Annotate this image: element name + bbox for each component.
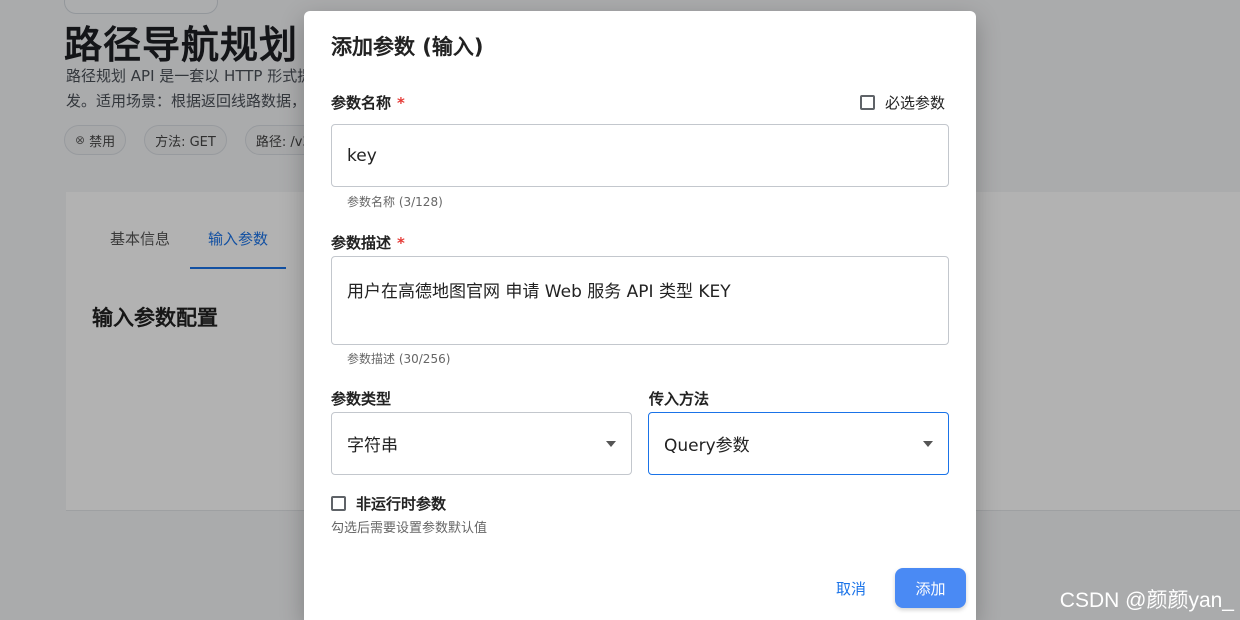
required-param-checkbox[interactable]	[860, 95, 875, 110]
required-asterisk: *	[397, 234, 405, 252]
param-name-input[interactable]: key	[331, 124, 949, 187]
add-parameter-dialog: 添加参数 (输入) 参数名称 * 必选参数 key 参数名称 (3/128) 参数…	[304, 11, 976, 620]
param-type-select[interactable]: 字符串	[331, 412, 632, 475]
pass-method-select[interactable]: Query参数	[648, 412, 949, 475]
add-button[interactable]: 添加	[895, 568, 966, 608]
required-asterisk: *	[397, 94, 405, 112]
watermark: CSDN @颜颜yan_	[1059, 589, 1234, 612]
non-runtime-toggle[interactable]: 非运行时参数	[331, 493, 446, 514]
param-name-helper: 参数名称 (3/128)	[347, 195, 443, 209]
param-name-label: 参数名称 *	[331, 92, 405, 113]
param-type-label: 参数类型	[331, 390, 392, 408]
cancel-button[interactable]: 取消	[820, 568, 882, 608]
param-name-label-text: 参数名称	[331, 94, 392, 112]
non-runtime-hint: 勾选后需要设置参数默认值	[331, 521, 488, 536]
param-desc-label: 参数描述 *	[331, 232, 405, 253]
param-name-value: key	[347, 145, 377, 166]
param-desc-helper: 参数描述 (30/256)	[347, 352, 451, 366]
non-runtime-label: 非运行时参数	[356, 495, 447, 513]
dropdown-arrow-icon	[923, 440, 933, 447]
param-desc-textarea[interactable]: 用户在高德地图官网 申请 Web 服务 API 类型 KEY	[331, 256, 949, 345]
pass-method-label: 传入方法	[649, 390, 710, 408]
param-type-value: 字符串	[347, 436, 398, 456]
dialog-title: 添加参数 (输入)	[331, 35, 484, 59]
param-desc-label-text: 参数描述	[331, 234, 392, 252]
dropdown-arrow-icon	[606, 440, 616, 447]
non-runtime-checkbox[interactable]	[331, 496, 346, 511]
param-desc-value: 用户在高德地图官网 申请 Web 服务 API 类型 KEY	[347, 282, 731, 302]
required-param-toggle[interactable]: 必选参数	[860, 92, 945, 113]
pass-method-value: Query参数	[664, 436, 750, 456]
required-param-label: 必选参数	[885, 94, 946, 112]
